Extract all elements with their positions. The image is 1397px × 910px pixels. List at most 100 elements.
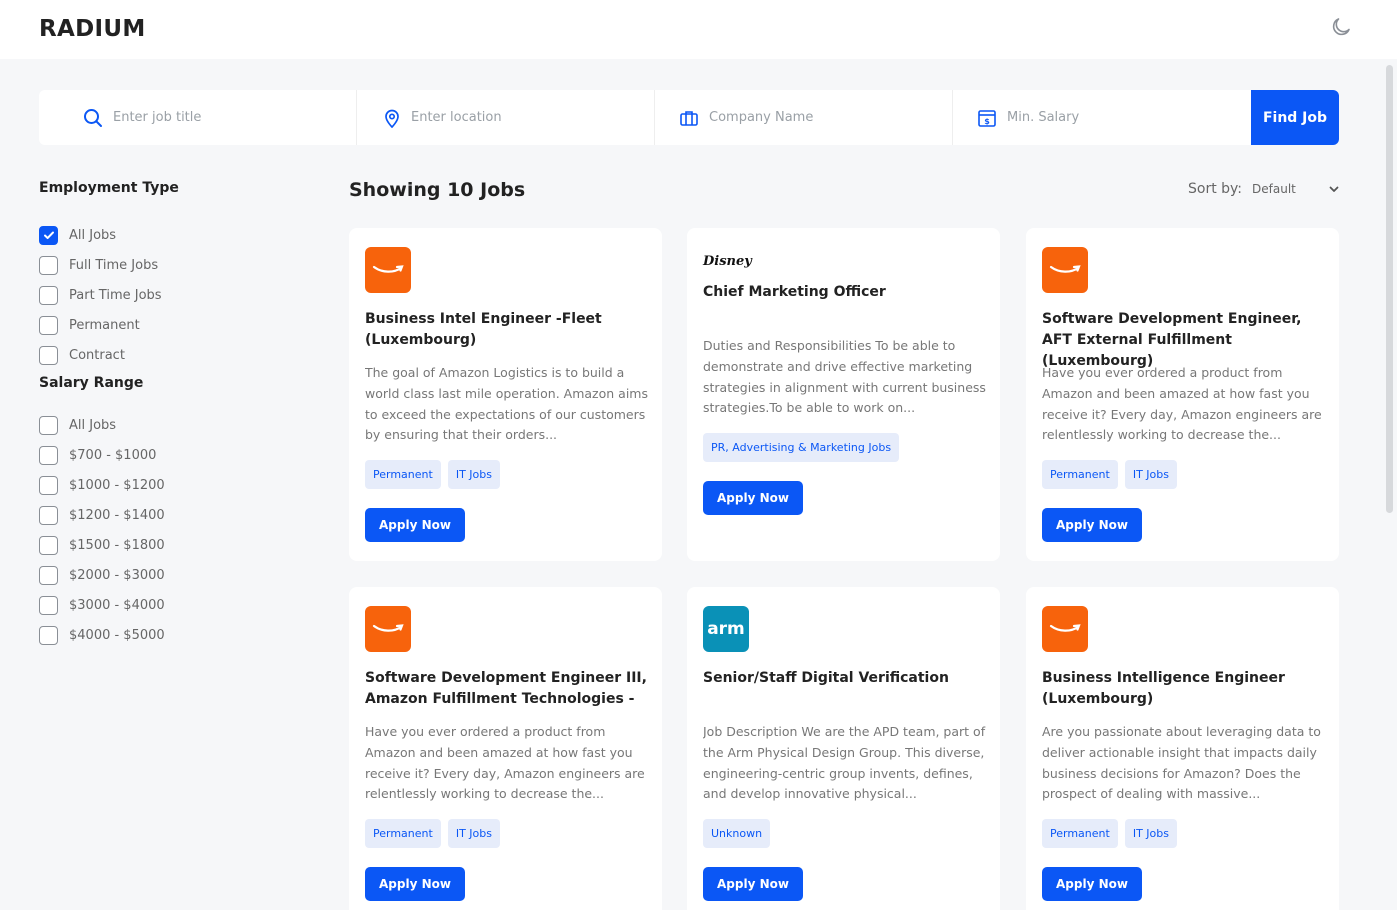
filter-salary-700-1000[interactable]: $700 - $1000 xyxy=(39,440,279,470)
job-card: Business Intelligence Engineer (Luxembou… xyxy=(1026,587,1339,910)
job-tag: PR, Advertising & Marketing Jobs xyxy=(703,433,900,462)
filter-label: Contract xyxy=(69,347,125,363)
filter-label: Permanent xyxy=(69,317,140,333)
employment-type-heading: Employment Type xyxy=(39,180,179,196)
checkbox[interactable] xyxy=(39,475,58,495)
job-title-input[interactable] xyxy=(113,110,313,125)
checkbox[interactable] xyxy=(39,625,58,645)
job-title-field xyxy=(39,90,357,145)
apply-now-button[interactable]: Apply Now xyxy=(703,481,803,515)
salary-icon: $ xyxy=(978,109,996,127)
filter-employment-part-time[interactable]: Part Time Jobs xyxy=(39,280,279,310)
apply-now-button[interactable]: Apply Now xyxy=(703,867,803,901)
checkbox[interactable] xyxy=(39,595,58,615)
location-input[interactable] xyxy=(411,110,611,125)
checkbox[interactable] xyxy=(39,445,58,465)
salary-range-list: All Jobs $700 - $1000 $1000 - $1200 $120… xyxy=(39,410,279,650)
checkbox[interactable] xyxy=(39,565,58,585)
job-card: Software Development Engineer III, Amazo… xyxy=(349,587,662,910)
brand-logo[interactable]: RADIUM xyxy=(39,16,146,42)
chevron-down-icon xyxy=(1329,186,1339,192)
sort-select[interactable]: Default xyxy=(1252,182,1340,196)
company-logo-disney: Disney xyxy=(703,253,752,269)
checkbox[interactable] xyxy=(39,345,58,365)
amazon-smile-icon xyxy=(372,624,404,632)
filter-employment-permanent[interactable]: Permanent xyxy=(39,310,279,340)
filter-sidebar: Employment Type All Jobs Full Time Jobs … xyxy=(39,180,279,650)
employment-type-list: All Jobs Full Time Jobs Part Time Jobs P… xyxy=(39,220,279,370)
search-icon xyxy=(84,108,102,127)
salary-field: $ xyxy=(953,90,1251,145)
job-tags: PR, Advertising & Marketing Jobs xyxy=(703,433,900,462)
briefcase-icon xyxy=(680,110,698,126)
sort-label: Sort by: xyxy=(1188,181,1243,197)
top-bar: RADIUM xyxy=(0,0,1397,59)
company-logo-amazon xyxy=(365,606,411,652)
search-bar: $ Find Job xyxy=(39,90,1339,145)
company-logo-amazon xyxy=(1042,606,1088,652)
job-tag: IT Jobs xyxy=(447,460,500,489)
filter-label: $2000 - $3000 xyxy=(69,567,165,583)
apply-now-button[interactable]: Apply Now xyxy=(365,508,465,542)
job-tags: Permanent IT Jobs xyxy=(365,460,500,489)
checkbox[interactable] xyxy=(39,315,58,335)
company-field xyxy=(655,90,953,145)
checkbox[interactable] xyxy=(39,285,58,305)
job-card: arm Senior/Staff Digital Verification Jo… xyxy=(687,587,1000,910)
filter-employment-full-time[interactable]: Full Time Jobs xyxy=(39,250,279,280)
location-field xyxy=(357,90,655,145)
job-description: Duties and Responsibilities To be able t… xyxy=(703,338,986,416)
job-tag: Permanent xyxy=(365,819,441,848)
job-tag: Unknown xyxy=(703,819,771,848)
salary-input[interactable] xyxy=(1007,110,1207,125)
job-title[interactable]: Chief Marketing Officer xyxy=(703,282,988,303)
job-description: The goal of Amazon Logistics is to build… xyxy=(365,365,648,443)
job-card: Business Intel Engineer -Fleet (Luxembou… xyxy=(349,228,662,561)
checkbox[interactable] xyxy=(39,505,58,525)
filter-label: $3000 - $4000 xyxy=(69,597,165,613)
company-logo-amazon xyxy=(365,247,411,293)
apply-now-button[interactable]: Apply Now xyxy=(1042,867,1142,901)
filter-salary-1200-1400[interactable]: $1200 - $1400 xyxy=(39,500,279,530)
filter-salary-4000-5000[interactable]: $4000 - $5000 xyxy=(39,620,279,650)
filter-salary-3000-4000[interactable]: $3000 - $4000 xyxy=(39,590,279,620)
find-job-button[interactable]: Find Job xyxy=(1251,90,1339,145)
checkbox[interactable] xyxy=(39,535,58,555)
job-tags: Permanent IT Jobs xyxy=(1042,460,1177,489)
checkbox-checked[interactable] xyxy=(39,225,58,245)
moon-icon xyxy=(1332,18,1350,36)
job-title[interactable]: Business Intel Engineer -Fleet (Luxembou… xyxy=(365,309,650,351)
filter-employment-all[interactable]: All Jobs xyxy=(39,220,279,250)
results-count: Showing 10 Jobs xyxy=(349,179,526,201)
amazon-smile-icon xyxy=(372,265,404,273)
job-title[interactable]: Senior/Staff Digital Verification xyxy=(703,668,988,689)
filter-salary-1000-1200[interactable]: $1000 - $1200 xyxy=(39,470,279,500)
checkbox[interactable] xyxy=(39,415,58,435)
job-tag: Permanent xyxy=(365,460,441,489)
salary-range-heading: Salary Range xyxy=(39,375,144,391)
apply-now-button[interactable]: Apply Now xyxy=(1042,508,1142,542)
apply-now-button[interactable]: Apply Now xyxy=(365,867,465,901)
location-pin-icon xyxy=(385,109,399,128)
filter-salary-1500-1800[interactable]: $1500 - $1800 xyxy=(39,530,279,560)
job-description: Have you ever ordered a product from Ama… xyxy=(365,724,645,802)
company-input[interactable] xyxy=(709,110,909,125)
job-title[interactable]: Software Development Engineer III, Amazo… xyxy=(365,668,650,710)
theme-toggle-button[interactable] xyxy=(1329,15,1353,39)
filter-label: $4000 - $5000 xyxy=(69,627,165,643)
scrollbar-thumb[interactable] xyxy=(1386,65,1393,513)
filter-salary-2000-3000[interactable]: $2000 - $3000 xyxy=(39,560,279,590)
svg-text:$: $ xyxy=(984,117,990,126)
company-logo-amazon xyxy=(1042,247,1088,293)
sort-control: Sort by: Default xyxy=(1188,181,1340,197)
checkbox[interactable] xyxy=(39,255,58,275)
job-tag: IT Jobs xyxy=(447,819,500,848)
sort-value: Default xyxy=(1252,182,1296,196)
filter-employment-contract[interactable]: Contract xyxy=(39,340,279,370)
job-tag: IT Jobs xyxy=(1124,819,1177,848)
job-title[interactable]: Business Intelligence Engineer (Luxembou… xyxy=(1042,668,1327,710)
job-card: Software Development Engineer, AFT Exter… xyxy=(1026,228,1339,561)
filter-salary-all[interactable]: All Jobs xyxy=(39,410,279,440)
filter-label: All Jobs xyxy=(69,227,117,243)
filter-label: Part Time Jobs xyxy=(69,287,162,303)
